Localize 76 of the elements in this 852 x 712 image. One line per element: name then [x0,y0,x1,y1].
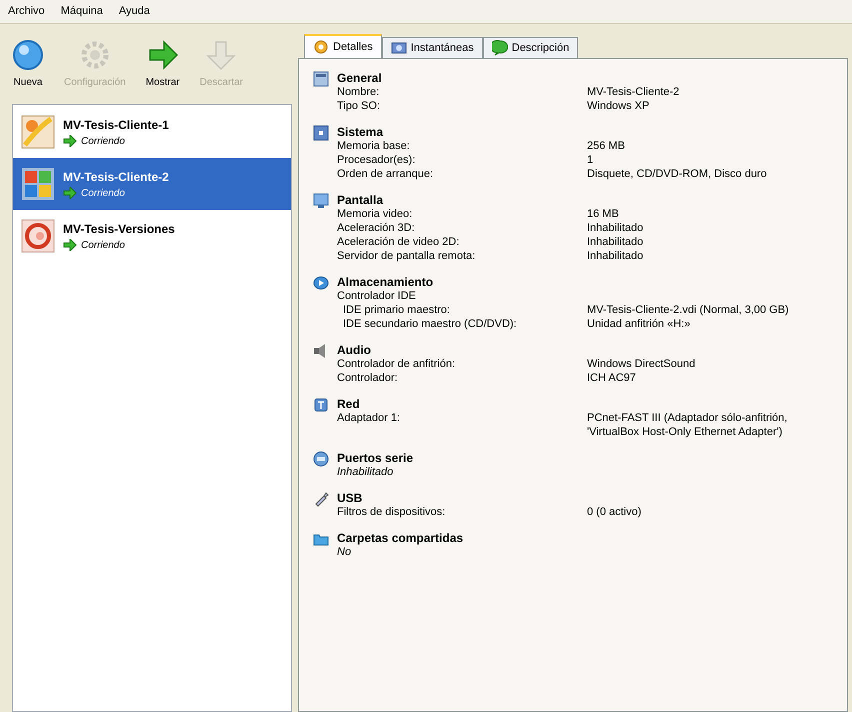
detail-value: 1 [587,153,594,167]
section-title: Puertos serie [337,451,414,465]
detail-label: IDE secundario maestro (CD/DVD): [342,317,518,331]
right-arrow-icon [146,38,179,70]
detail-value: 16 MB [587,207,619,221]
detail-label: Procesador(es): [337,153,416,167]
detail-label: Filtros de dispositivos: [337,505,446,519]
vm-state: Corriendo [81,238,125,252]
detail-label: Aceleración 3D: [337,221,416,235]
toolbar-button[interactable]: Mostrar [142,38,184,90]
vm-state: Corriendo [81,186,125,200]
menu-item[interactable]: Archivo [8,3,45,20]
detail-label: Memoria video: [337,207,414,221]
menu-item[interactable]: Ayuda [118,3,150,20]
detail-value: PCnet-FAST III (Adaptador sólo-anfitrión, [587,411,788,425]
chip-icon [313,125,329,141]
toolbar-button[interactable]: Nueva [8,38,48,90]
vm-list-item[interactable]: MV-Tesis-Cliente-2 Corriendo [13,158,291,210]
section-title: Carpetas compartidas [337,531,464,545]
detail-value: Inhabilitado [587,249,644,263]
section-title: Audio [337,343,372,357]
detail-label: Aceleración de video 2D: [337,235,460,249]
detail-value: 0 (0 activo) [587,505,642,519]
section-title: Sistema [337,125,384,139]
detail-value: MV-Tesis-Cliente-2.vdi (Normal, 3,00 GB) [587,303,789,317]
detail-value: Inhabilitado [587,221,644,235]
gear-icon [78,38,111,70]
vm-state: Corriendo [81,134,125,148]
right-arrow-icon [63,187,77,199]
os-logo-icon [21,115,55,149]
detail-value: Unidad anfitrión «H:» [587,317,690,331]
vm-name: MV-Tesis-Cliente-2 [63,168,169,186]
speech-bubble-icon [492,40,508,56]
section-title: Almacenamiento [337,275,434,289]
menu-item[interactable]: Máquina [60,3,103,20]
section-title: Pantalla [337,193,384,207]
section-title: Red [337,397,361,411]
detail-label: Controlador IDE [337,289,417,303]
detail-value: 256 MB [587,139,625,153]
detail-label: Memoria base: [337,139,411,153]
section-title: General [337,71,383,85]
sphere-icon [12,38,44,70]
gear-icon [313,39,329,55]
detail-value: Windows XP [587,99,650,113]
section-note: No [337,545,352,559]
detail-label: Nombre: [337,85,380,99]
vm-name: MV-Tesis-Versiones [63,220,175,238]
detail-value: MV-Tesis-Cliente-2 [587,85,680,99]
down-arrow-icon [205,38,238,70]
os-logo-icon [21,219,55,253]
os-logo-icon [21,167,55,201]
detail-value: Inhabilitado [587,235,644,249]
detail-label: Controlador de anfitrión: [337,357,456,371]
detail-label: Controlador: [337,371,399,385]
section-note: Inhabilitado [337,465,394,479]
monitor-icon [313,193,329,209]
tab[interactable]: Descripción [482,37,578,58]
section-title: USB [337,491,364,505]
plug-icon [313,491,329,507]
detail-label: Adaptador 1: [337,411,401,426]
tab[interactable]: Detalles [304,34,382,58]
detail-value: ICH AC97 [587,371,636,385]
detail-label: IDE primario maestro: [342,303,451,317]
disk-icon [313,275,329,291]
detail-label: Servidor de pantalla remota: [337,249,476,263]
detail-label: Tipo SO: [337,99,381,113]
right-arrow-icon [63,135,77,147]
detail-label: Orden de arranque: [337,167,434,181]
detail-value: 'VirtualBox Host-Only Ethernet Adapter') [587,425,784,439]
detail-value: Windows DirectSound [587,357,696,371]
camera-icon [390,40,407,56]
window-icon [313,71,329,87]
tab[interactable]: Instantáneas [382,37,483,58]
detail-value: Disquete, CD/DVD-ROM, Disco duro [587,167,767,181]
right-arrow-icon [63,239,77,251]
vm-name: MV-Tesis-Cliente-1 [63,116,169,134]
